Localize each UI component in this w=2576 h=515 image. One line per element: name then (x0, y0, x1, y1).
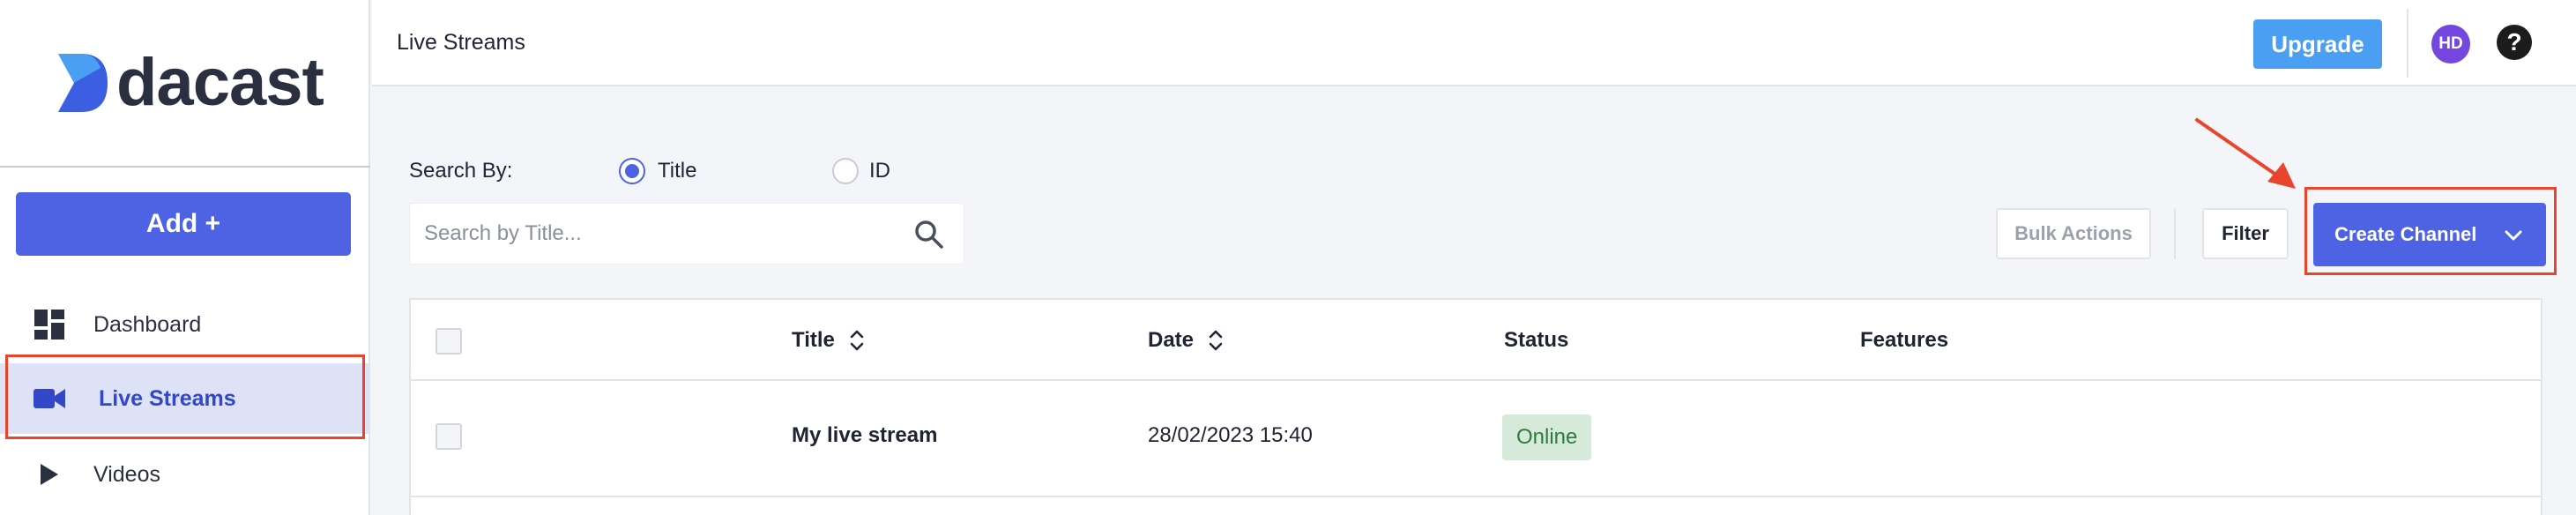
bulk-actions-button[interactable]: Bulk Actions (1996, 208, 2151, 259)
radio-title[interactable] (619, 158, 645, 184)
search-icon[interactable] (914, 220, 944, 250)
live-streams-highlight-box (5, 355, 365, 439)
live-streams-table: Title Date Status Features My live strea… (409, 298, 2542, 515)
sort-icon[interactable] (1208, 328, 1224, 353)
dashboard-icon (34, 309, 65, 340)
column-header-label: Features (1860, 328, 1949, 352)
logo-text: dacast (116, 45, 324, 120)
radio-id-label[interactable]: ID (869, 159, 890, 183)
dacast-logo[interactable]: dacast (55, 45, 324, 120)
play-icon (34, 459, 65, 490)
upgrade-button[interactable]: Upgrade (2253, 19, 2382, 69)
column-header-date[interactable]: Date (1148, 328, 1224, 353)
filter-button[interactable]: Filter (2202, 208, 2289, 259)
add-button[interactable]: Add + (16, 192, 351, 256)
page-title: Live Streams (397, 30, 525, 55)
column-header-label: Status (1504, 328, 1569, 352)
logo-divider (0, 166, 370, 168)
column-header-status: Status (1504, 328, 1568, 353)
row-checkbox[interactable] (436, 423, 462, 450)
radio-title-label[interactable]: Title (658, 159, 696, 183)
table-row[interactable]: My live stream 28/02/2023 15:40 Online (411, 383, 2542, 497)
search-box (409, 203, 964, 265)
avatar[interactable]: HD (2431, 25, 2470, 63)
sidebar-item-label: Dashboard (93, 311, 202, 337)
annotation-arrow-icon (2195, 118, 2296, 189)
column-header-features: Features (1860, 328, 1948, 353)
sidebar-item-dashboard[interactable]: Dashboard (0, 289, 370, 360)
column-header-title[interactable]: Title (792, 328, 865, 353)
radio-id[interactable] (832, 158, 859, 184)
search-by-label: Search By: (409, 159, 513, 183)
create-channel-highlight-box (2304, 187, 2557, 275)
status-badge: Online (1502, 414, 1592, 460)
sidebar-item-videos[interactable]: Videos (0, 439, 370, 510)
table-header-row: Title Date Status Features (411, 300, 2542, 381)
sidebar: dacast Add + Dashboard Live Streams Vide… (0, 0, 370, 515)
column-header-label: Date (1148, 328, 1195, 352)
dacast-logo-icon (58, 54, 108, 112)
column-header-label: Title (792, 328, 835, 352)
help-icon[interactable]: ? (2497, 25, 2532, 60)
top-header: Live Streams Upgrade HD ? (372, 0, 2576, 86)
select-all-checkbox[interactable] (436, 328, 462, 355)
toolbar-divider (2174, 208, 2176, 259)
sidebar-item-label: Videos (93, 461, 160, 487)
row-date: 28/02/2023 15:40 (1148, 423, 1313, 447)
search-input[interactable] (424, 204, 900, 264)
row-title[interactable]: My live stream (792, 423, 937, 448)
header-divider (2407, 9, 2408, 78)
sort-icon[interactable] (849, 328, 865, 353)
